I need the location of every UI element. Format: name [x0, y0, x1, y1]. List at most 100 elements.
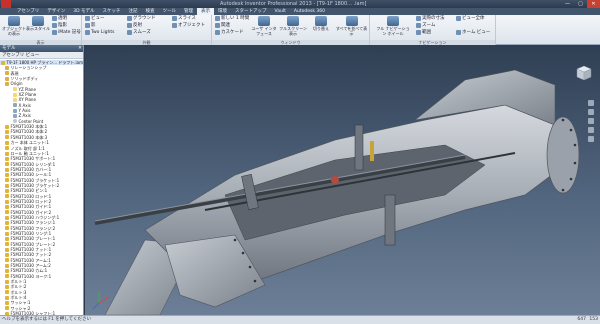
yellow-component: [370, 141, 374, 161]
new-window-icon: [215, 16, 220, 21]
cascade-button[interactable]: カスケード: [215, 30, 244, 35]
maximize-button[interactable]: ▢: [574, 0, 587, 8]
part-icon: [5, 290, 9, 295]
part-icon: [5, 140, 9, 145]
switch-window-button[interactable]: 切り替え: [308, 15, 334, 39]
view-icon: [85, 16, 90, 21]
point-icon: [13, 119, 17, 124]
part-icon: [5, 247, 9, 252]
user-interface-button[interactable]: ユーザ インタフェース: [250, 15, 278, 39]
tab-environments[interactable]: 環境: [214, 8, 231, 15]
look-at-icon[interactable]: [588, 136, 594, 142]
full-screen-icon: [287, 16, 299, 26]
tab-get-started[interactable]: スタートアップ: [231, 8, 271, 15]
tab-tools[interactable]: ツール: [159, 8, 181, 15]
folder-icon: [5, 66, 9, 71]
part-icon: [5, 135, 9, 140]
reflection-button[interactable]: 反射: [127, 23, 142, 28]
zoom-icon[interactable]: [588, 118, 594, 124]
tab-vault[interactable]: Vault: [271, 8, 290, 15]
full-view-icon: [456, 16, 461, 21]
full-screen-button[interactable]: フルスクリーン表示: [279, 15, 307, 39]
part-icon: [5, 183, 9, 188]
tile-all-button[interactable]: すべてを並べて表示: [335, 15, 368, 39]
arrange-button[interactable]: 関連: [215, 23, 230, 28]
folder-icon: [5, 82, 9, 87]
pan-icon[interactable]: [588, 109, 594, 115]
view-button[interactable]: ビュー: [85, 16, 105, 21]
part-icon: [5, 269, 9, 274]
tab-autodesk-360[interactable]: Autodesk 360: [290, 8, 329, 15]
plane-icon: [13, 98, 17, 103]
ribbon: オブジェクトの表示 表示スタイル 透明 陰影 iMate 記号 表示 ビュー 影…: [0, 15, 600, 45]
application-menu-button[interactable]: [1, 0, 11, 8]
switch-window-icon: [315, 16, 327, 26]
transparent-button[interactable]: 透明: [52, 16, 67, 21]
actual-size-icon: [416, 16, 421, 21]
new-window-button[interactable]: 新しい 1 時間: [215, 16, 249, 21]
browser-view-select[interactable]: アセンブリ ビュー: [0, 52, 83, 59]
slice-button[interactable]: スライス: [172, 16, 196, 21]
tab-annotate[interactable]: 注記: [125, 8, 142, 15]
tab-3d-model[interactable]: 3D モデル: [69, 8, 98, 15]
close-button[interactable]: ✕: [587, 0, 600, 8]
folder-icon: [5, 76, 9, 81]
part-icon: [5, 237, 9, 242]
axis-triad: [92, 291, 110, 310]
part-icon: [5, 199, 9, 204]
viewcube-icon[interactable]: [576, 65, 592, 81]
part-icon: [5, 167, 9, 172]
tab-assembly[interactable]: アセンブリ: [13, 8, 43, 15]
shadows-button[interactable]: 影: [85, 23, 96, 28]
part-icon: [5, 162, 9, 167]
ground-plane-button[interactable]: グラウンド: [127, 16, 156, 21]
object-button[interactable]: オブジェクト: [172, 23, 205, 28]
steering-wheel-icon[interactable]: [588, 100, 594, 106]
smooth-icon: [127, 30, 132, 35]
close-icon[interactable]: ✕: [77, 45, 83, 52]
object-visibility-icon: [8, 16, 20, 26]
zoom-button[interactable]: ズーム: [416, 23, 435, 28]
appearance-panel: ビュー 影 Two Lights グラウンド 反射 スムーズ スライス オブジェ…: [82, 15, 212, 45]
tab-design[interactable]: デザイン: [43, 8, 69, 15]
full-view-button[interactable]: ビュー全体: [456, 16, 485, 21]
right-flange: [546, 116, 580, 194]
visual-style-icon: [32, 16, 44, 26]
part-icon: [5, 258, 9, 263]
minimize-button[interactable]: —: [561, 0, 574, 8]
status-message: ヘルプを表示するには F1 を押してください: [2, 317, 92, 322]
windows-panel: 新しい 1 時間 関連 カスケード ユーザ インタフェース フルスクリーン表示 …: [212, 15, 370, 45]
actual-size-button[interactable]: 実際の寸法: [416, 16, 445, 21]
range-button[interactable]: 範囲: [416, 30, 431, 35]
object-visibility-button[interactable]: オブジェクトの表示: [2, 15, 26, 39]
shadows-icon: [85, 23, 90, 28]
part-icon: [5, 172, 9, 177]
part-icon: [5, 295, 9, 300]
part-icon: [5, 274, 9, 279]
home-icon: [456, 30, 461, 35]
full-navigation-wheel-button[interactable]: フル ナビゲーション ホイール: [376, 15, 410, 39]
user-interface-icon: [258, 16, 270, 26]
tab-view[interactable]: 表示: [197, 8, 215, 15]
part-icon: [5, 146, 9, 151]
home-view-button[interactable]: ホーム ビュー: [456, 30, 490, 35]
model-tree: T9-1F 1800 HP ブライン... ドラフト.iam リレーションシップ表…: [0, 59, 83, 323]
graphics-viewport[interactable]: [85, 45, 600, 315]
cascade-icon: [215, 30, 220, 35]
tab-manage[interactable]: 管理: [180, 8, 197, 15]
shadow-icon: [52, 23, 57, 28]
orbit-icon[interactable]: [588, 127, 594, 133]
occurrence-count: 647: [577, 317, 586, 322]
lighting-style-select[interactable]: Two Lights: [85, 30, 114, 35]
part-icon: [5, 215, 9, 220]
visual-style-button[interactable]: 表示スタイル: [26, 15, 50, 39]
imate-glyph-button[interactable]: iMate 記号: [52, 30, 81, 35]
plane-icon: [13, 87, 17, 92]
smooth-button[interactable]: スムーズ: [127, 30, 151, 35]
plane-icon: [13, 92, 17, 97]
shadow-button[interactable]: 陰影: [52, 23, 67, 28]
assembly-model-render: [92, 69, 580, 315]
transparent-icon: [52, 16, 57, 21]
tab-inspect[interactable]: 検査: [142, 8, 159, 15]
tab-sketch[interactable]: スケッチ: [99, 8, 125, 15]
